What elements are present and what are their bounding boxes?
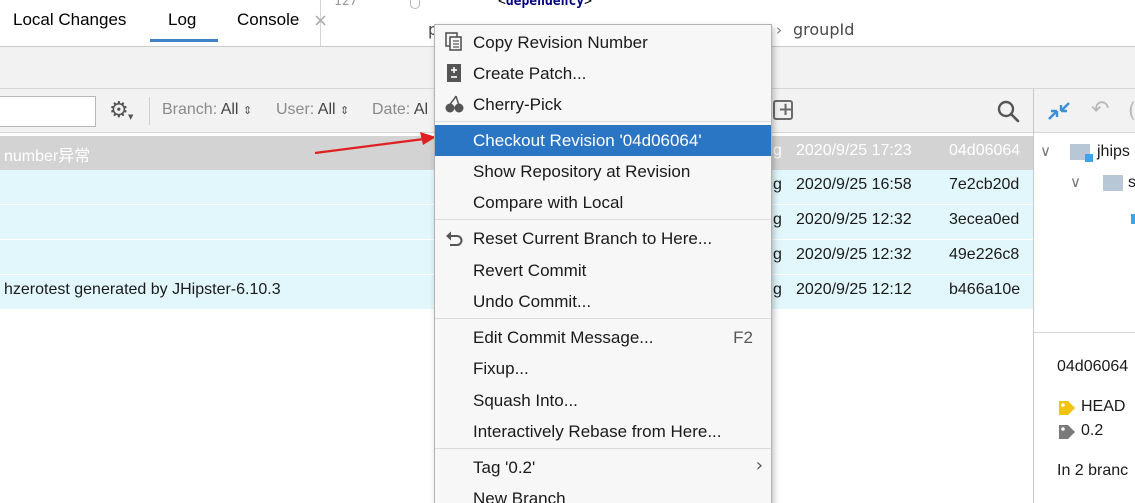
file-icon — [1131, 214, 1135, 224]
tree-root-label[interactable]: jhips — [1097, 143, 1130, 161]
module-badge-icon — [1085, 154, 1093, 162]
menu-item-compare-with-local[interactable]: Compare with Local — [435, 187, 771, 218]
gear-icon[interactable]: ⚙ — [109, 98, 129, 123]
commit-author: g — [773, 281, 782, 298]
menu-item-interactive-rebase[interactable]: Interactively Rebase from Here... — [435, 416, 771, 447]
copy-icon — [445, 32, 462, 51]
menu-item-create-patch[interactable]: Create Patch... — [435, 58, 771, 89]
add-icon[interactable]: + — [773, 99, 793, 120]
menu-item-label: Fixup... — [473, 359, 529, 378]
head-tag-label: HEAD — [1081, 398, 1126, 415]
tag-icon — [1059, 425, 1075, 439]
commit-date: 2020/9/25 16:58 — [796, 176, 912, 193]
menu-item-label: Cherry-Pick — [473, 95, 562, 114]
commit-hash: 49e226c8 — [949, 246, 1020, 263]
chevron-down-icon: ▼ — [128, 113, 134, 121]
branches-info: In 2 branc — [1057, 462, 1129, 479]
commit-date: 2020/9/25 12:32 — [796, 246, 912, 263]
commit-date: 2020/9/25 12:32 — [796, 211, 912, 228]
menu-separator — [435, 448, 771, 449]
sort-arrows-icon: ⇕ — [242, 105, 253, 117]
patch-icon — [447, 64, 461, 82]
version-tag-label: 0.2 — [1081, 422, 1104, 439]
folder-icon — [1103, 175, 1123, 191]
undo-icon[interactable]: ↶ — [1091, 97, 1109, 122]
menu-item-label: Reset Current Branch to Here... — [473, 229, 713, 248]
menu-item-label: Checkout Revision '04d06064' — [473, 131, 702, 150]
menu-item-edit-commit-message[interactable]: Edit Commit Message... F2 — [435, 322, 771, 353]
menu-item-label: Compare with Local — [473, 193, 624, 212]
menu-item-checkout-revision[interactable]: Checkout Revision '04d06064' — [435, 125, 771, 156]
menu-item-new-branch[interactable]: New Branch — [435, 483, 771, 503]
menu-item-label: Undo Commit... — [473, 292, 592, 311]
menu-item-reset-branch[interactable]: Reset Current Branch to Here... — [435, 223, 771, 254]
tab-local-changes[interactable]: Local Changes — [13, 10, 126, 30]
menu-item-label: Show Repository at Revision — [473, 162, 691, 181]
context-menu: Copy Revision Number Create Patch... Che… — [434, 24, 772, 503]
menu-item-label: Tag '0.2' — [473, 458, 536, 477]
commit-author: g — [773, 142, 782, 159]
commit-date: 2020/9/25 17:23 — [796, 142, 912, 159]
menu-item-label: New Branch — [473, 489, 566, 503]
commit-date: 2020/9/25 12:12 — [796, 281, 912, 298]
log-search-input[interactable] — [0, 96, 96, 127]
head-tag-icon — [1059, 401, 1075, 415]
details-commit-hash: 04d06064 — [1057, 358, 1129, 375]
active-tab-indicator — [150, 39, 218, 42]
breadcrumb-item-groupid[interactable]: groupId — [793, 20, 854, 39]
menu-separator — [435, 121, 771, 122]
sort-arrows-icon: ⇕ — [340, 105, 350, 117]
date-filter[interactable]: Date: Al — [372, 101, 428, 119]
commit-hash: 04d06064 — [949, 142, 1021, 159]
menu-item-label: Revert Commit — [473, 261, 587, 280]
menu-item-label: Interactively Rebase from Here... — [473, 422, 722, 441]
commit-message: number异常 — [4, 148, 91, 165]
chevron-right-icon: › — [755, 455, 763, 476]
menu-item-label: Create Patch... — [473, 64, 587, 83]
commit-hash: b466a10e — [949, 281, 1021, 298]
commit-message: hzerotest generated by JHipster-6.10.3 — [4, 281, 281, 298]
shortcut-label: F2 — [733, 328, 753, 347]
branch-filter[interactable]: Branch: All ⇕ — [162, 101, 252, 119]
menu-item-revert-commit[interactable]: Revert Commit — [435, 255, 771, 286]
undo-icon — [446, 231, 463, 246]
menu-item-undo-commit[interactable]: Undo Commit... — [435, 286, 771, 317]
details-divider — [1034, 332, 1135, 333]
annotation-arrow-icon — [314, 132, 436, 155]
toolbar-divider — [149, 97, 150, 125]
menu-item-cherry-pick[interactable]: Cherry-Pick — [435, 89, 771, 120]
commit-author: g — [773, 176, 782, 193]
user-filter[interactable]: User: All ⇕ — [276, 101, 349, 119]
menu-separator — [435, 219, 771, 220]
commit-author: g — [773, 246, 782, 263]
menu-item-squash-into[interactable]: Squash Into... — [435, 385, 771, 416]
menu-item-label: Squash Into... — [473, 391, 578, 410]
xml-tag: <dependency> — [498, 0, 592, 9]
toolbar-icon[interactable]: ( — [1128, 98, 1135, 122]
menu-item-label: Copy Revision Number — [473, 33, 648, 52]
breadcrumb-separator-icon: › — [776, 21, 782, 39]
tree-child-label[interactable]: s — [1128, 174, 1135, 192]
menu-item-copy-revision-number[interactable]: Copy Revision Number — [435, 27, 771, 58]
menu-item-show-repository[interactable]: Show Repository at Revision — [435, 156, 771, 187]
line-number: 127 — [334, 0, 358, 9]
tab-console[interactable]: Console — [237, 10, 299, 30]
chevron-down-icon[interactable]: ∨ — [1040, 142, 1051, 160]
chevron-down-icon[interactable]: ∨ — [1070, 173, 1081, 191]
menu-item-fixup[interactable]: Fixup... — [435, 353, 771, 384]
search-icon[interactable] — [996, 99, 1020, 123]
close-icon[interactable]: × — [313, 10, 328, 31]
menu-separator — [435, 318, 771, 319]
commit-hash: 3ecea0ed — [949, 211, 1020, 228]
expand-collapse-icon[interactable] — [1046, 99, 1072, 123]
cherry-icon — [445, 95, 464, 113]
commit-hash: 7e2cb20d — [949, 176, 1020, 193]
menu-item-tag[interactable]: Tag '0.2' › — [435, 452, 771, 483]
tab-log[interactable]: Log — [168, 10, 196, 30]
commit-author: g — [773, 211, 782, 228]
menu-item-label: Edit Commit Message... — [473, 328, 654, 347]
